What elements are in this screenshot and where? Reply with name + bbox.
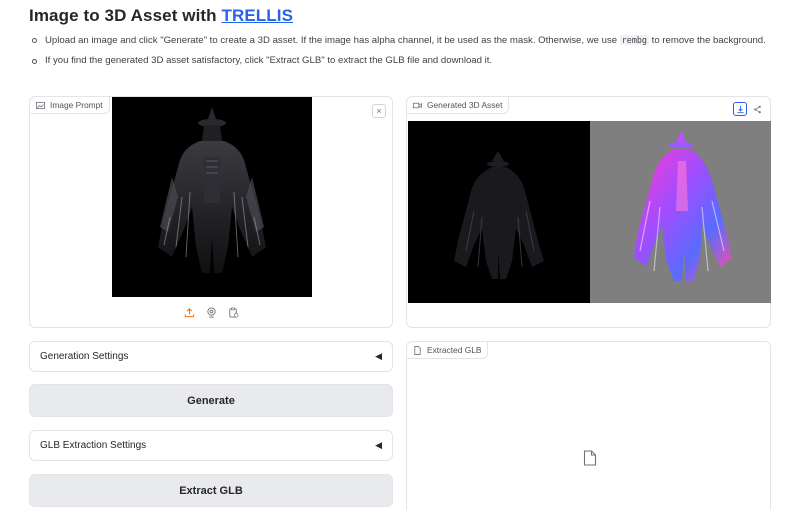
instruction-item-2: If you find the generated 3D asset satis… xyxy=(29,54,774,68)
clipboard-icon[interactable] xyxy=(226,305,240,319)
image-source-toolbar xyxy=(30,305,392,319)
trellis-link[interactable]: TRELLIS xyxy=(222,6,294,25)
prompt-image[interactable] xyxy=(112,97,312,297)
extracted-glb-label-text: Extracted GLB xyxy=(427,345,482,355)
glb-extraction-settings-accordion[interactable]: GLB Extraction Settings ◀ xyxy=(29,430,393,461)
generation-settings-label: Generation Settings xyxy=(40,351,129,362)
instruction-1-text-before: Upload an image and click "Generate" to … xyxy=(45,35,620,46)
instruction-item-1: Upload an image and click "Generate" to … xyxy=(29,33,774,48)
page-title-text: Image to 3D Asset with xyxy=(29,6,222,25)
extract-glb-button[interactable]: Extract GLB xyxy=(29,474,393,507)
normal-render xyxy=(590,121,771,303)
glb-extraction-settings-label: GLB Extraction Settings xyxy=(40,440,147,451)
share-icon[interactable] xyxy=(750,102,764,116)
page-title: Image to 3D Asset with TRELLIS xyxy=(29,6,293,26)
generated-asset-label: Generated 3D Asset xyxy=(407,97,510,114)
instruction-1-text-after: to remove the background. xyxy=(648,35,766,46)
file-icon xyxy=(414,345,421,355)
generate-button[interactable]: Generate xyxy=(29,384,393,417)
video-icon xyxy=(413,102,422,108)
caret-left-icon: ◀ xyxy=(375,351,382,361)
image-prompt-label-text: Image Prompt xyxy=(50,100,103,110)
instruction-2-text: If you find the generated 3D asset satis… xyxy=(45,55,493,66)
close-button[interactable]: × xyxy=(372,104,386,118)
instructions-list: Upload an image and click "Generate" to … xyxy=(29,33,774,74)
upload-icon[interactable] xyxy=(182,305,196,319)
extracted-glb-label: Extracted GLB xyxy=(407,342,489,359)
image-prompt-label: Image Prompt xyxy=(30,97,110,114)
asset-toolbar xyxy=(733,102,764,116)
webcam-icon[interactable] xyxy=(204,305,218,319)
file-placeholder-icon xyxy=(583,450,597,466)
character-figure xyxy=(158,107,266,273)
image-prompt-panel[interactable]: Image Prompt × xyxy=(29,96,393,328)
asset-preview-video[interactable] xyxy=(408,121,771,303)
download-icon[interactable] xyxy=(733,102,747,116)
caret-left-icon: ◀ xyxy=(375,440,382,450)
rembg-code: rembg xyxy=(619,35,649,45)
generation-settings-accordion[interactable]: Generation Settings ◀ xyxy=(29,341,393,372)
generated-asset-panel: Generated 3D Asset xyxy=(406,96,771,328)
generated-asset-label-text: Generated 3D Asset xyxy=(427,100,503,110)
image-icon xyxy=(36,101,45,109)
rgb-render xyxy=(408,121,590,303)
extracted-glb-panel[interactable]: Extracted GLB xyxy=(406,341,771,510)
